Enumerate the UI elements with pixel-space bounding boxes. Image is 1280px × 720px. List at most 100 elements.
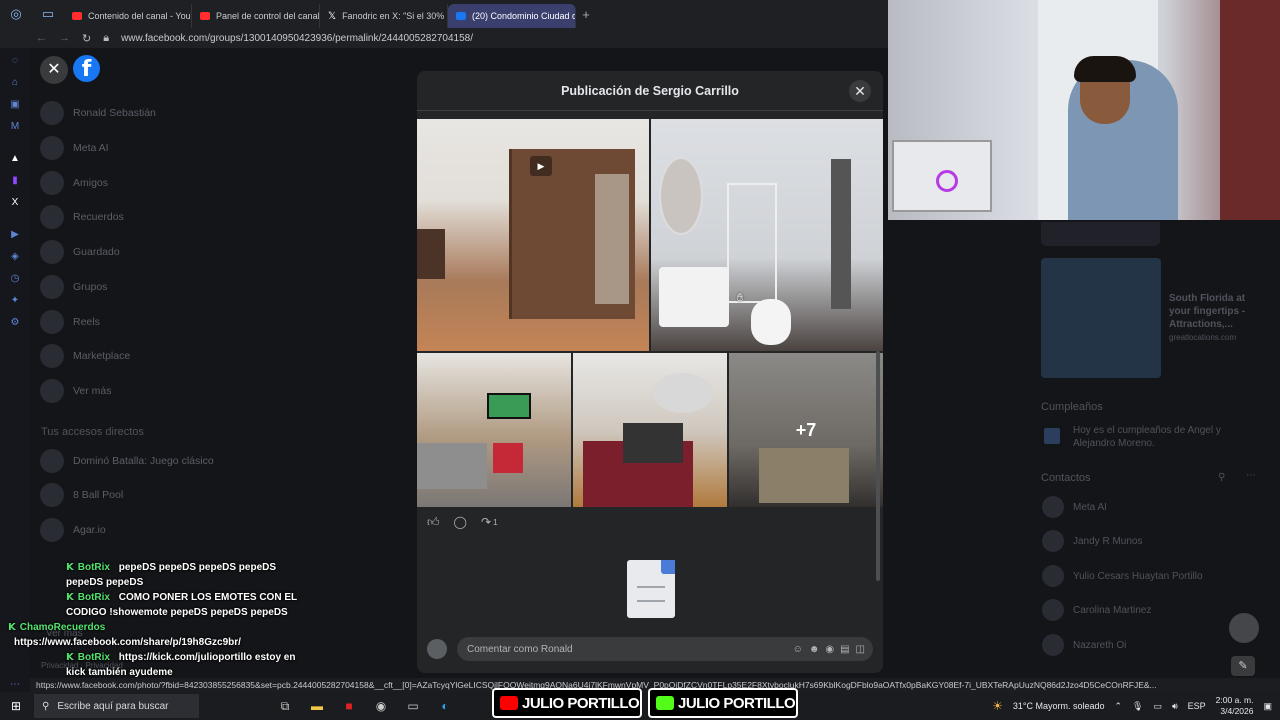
sidebar-item-marketplace[interactable]: Marketplace [40,344,130,368]
mail-icon[interactable]: M [8,120,22,134]
new-message-icon[interactable]: ✎ [1231,656,1255,676]
post-photo-more[interactable]: +7 [729,353,883,507]
twitch-icon[interactable]: ▮ [8,174,22,188]
gift-icon [1044,428,1060,444]
language-indicator[interactable]: ESP [1188,701,1206,711]
tab-youtube-content[interactable]: Contenido del canal - YouT [64,4,192,28]
contacts-heading: Contactos [1041,472,1091,484]
sidebar-item-memories[interactable]: Recuerdos [40,205,124,229]
extensions-icon[interactable]: ✦ [8,294,22,308]
play-icon[interactable]: ▶ [8,228,22,242]
clock[interactable]: 2:00 a. m. 3/4/2026 [1216,695,1254,717]
shortcut-domino[interactable]: Dominó Batalla: Juego clásico [40,449,214,473]
settings-icon[interactable]: ⚙ [8,316,22,330]
webcam-shelf [1220,0,1280,220]
post-photo[interactable] [573,353,727,507]
ad-image[interactable] [1041,258,1161,378]
weather-text[interactable]: 31°C Mayorm. soleado [1013,701,1105,711]
close-viewer-button[interactable]: ✕ [40,56,68,84]
photo-sink [659,267,729,327]
sidebar-item-profile[interactable]: Ronald Sebastián [40,101,156,125]
ad-domain: greatlocations.com [1169,333,1237,342]
post-photo[interactable] [417,353,571,507]
kick-icon: K [66,592,74,603]
post-photo[interactable] [651,119,883,351]
search-contacts-icon[interactable]: ⚲ [1218,472,1225,483]
new-tab-button[interactable]: + [576,7,596,22]
youtube-banner: JULIO PORTILLO [492,688,642,718]
video-play-icon[interactable]: ▶︎ [530,156,552,176]
chat-avatar-bubble[interactable] [1229,613,1259,643]
sidebar-item-groups[interactable]: Grupos [40,275,107,299]
contact-name: Yulio Cesars Huaytan Portillo [1073,570,1203,582]
chat-icon[interactable]: ▣ [8,98,22,112]
shortcut-8ball[interactable]: 8 Ball Pool [40,483,123,507]
shortcut-agario[interactable]: Agar.io [40,518,106,542]
sidebar-item-meta-ai[interactable]: Meta AI [40,136,109,160]
like-icon[interactable]: 👍︎ [427,515,440,530]
modal-title: Publicación de Sergio Carrillo [417,71,883,111]
modal-close-button[interactable]: ✕ [849,80,871,102]
task-view-icon[interactable]: ⧉ [269,699,301,714]
sidebar-item-saved[interactable]: Guardado [40,240,120,264]
tab-list-icon[interactable]: ▭ [32,0,64,28]
more-options-icon[interactable]: ⋯ [1246,470,1256,481]
more-photos-count[interactable]: +7 [729,353,883,507]
app-red-icon[interactable]: ■ [333,699,365,713]
post-photo[interactable]: ▶︎ [417,119,649,351]
avatar-sticker-icon[interactable]: ☺ [793,644,803,655]
ad-text[interactable]: South Florida at your fingertips - Attra… [1169,292,1269,331]
windows-start-icon[interactable]: ⊞ [0,699,32,713]
sidebar-item-see-more[interactable]: Ver más [40,379,112,403]
contact-item[interactable]: Meta AI [1042,496,1107,518]
tray-chevron-icon[interactable]: ⌃ [1114,701,1122,712]
contact-item[interactable]: Jandy R Munos [1042,530,1142,552]
obs-icon[interactable]: ◉ [365,699,397,713]
shopping-icon[interactable]: ⌂ [8,76,22,90]
stream-chat-overlay: K BotRix pepeDS pepeDS pepeDS pepeDS pepe… [8,560,308,680]
tab-youtube-dashboard[interactable]: Panel de control del canal [192,4,320,28]
clock-date: 3/4/2026 [1220,706,1254,716]
memories-icon [40,205,64,229]
tab-x-post[interactable]: 𝕏 Fanodric en X: "Si el 30% [320,4,448,28]
tab-label: Panel de control del canal [216,11,320,21]
arc-icon[interactable]: ▲ [8,152,22,166]
url-text[interactable]: www.facebook.com/groups/1300140950423936… [121,33,473,44]
emoji-icon[interactable]: ☻ [809,644,820,655]
sidebar-item-reels[interactable]: Reels [40,310,100,334]
camera-icon[interactable]: ◉ [825,644,834,655]
back-icon[interactable]: ← [36,32,47,44]
birthday-text[interactable]: Hoy es el cumpleaños de Angel y Alejandr… [1073,424,1233,450]
microphone-icon[interactable]: 🎙︎ [1132,701,1143,712]
facebook-logo-icon[interactable]: f [73,55,100,82]
sidebar-item-friends[interactable]: Amigos [40,171,108,195]
messenger-icon[interactable]: ◌ [8,54,22,68]
game-icon [40,483,64,507]
ad-card-top [1041,222,1160,246]
volume-icon[interactable]: 🔊︎ [1172,701,1178,712]
edge-icon[interactable]: ◐ [429,699,461,713]
app-window-icon[interactable]: ▭ [397,699,429,713]
file-explorer-icon[interactable]: ▬ [301,699,333,713]
tab-facebook-group[interactable]: (20) Condominio Ciudad d × [448,4,576,28]
search-icon: ⚲ [42,700,50,712]
x-icon[interactable]: X [8,196,22,210]
more-icon[interactable]: ⋯ [8,678,22,692]
contact-item[interactable]: Nazareth Oi [1042,634,1126,656]
pin-icon[interactable]: ◈ [8,250,22,264]
notification-icon[interactable]: ▣ [1263,701,1272,712]
forward-icon[interactable]: → [59,32,70,44]
taskbar-search[interactable]: ⚲ Escribe aquí para buscar [34,694,199,718]
comment-input[interactable]: Comentar como Ronald ☺ ☻ ◉ ▤ ◫ [457,637,873,661]
browser-logo-icon[interactable]: ◎ [0,0,32,28]
reload-icon[interactable]: ↻ [82,32,91,45]
sticker-icon[interactable]: ◫ [856,644,865,655]
contact-item[interactable]: Carolina Martinez [1042,599,1151,621]
contact-item[interactable]: Yulio Cesars Huaytan Portillo [1042,565,1203,587]
modal-scrollbar[interactable] [876,351,880,581]
network-icon[interactable]: ▭ [1153,701,1162,712]
share-icon[interactable]: ↷ [481,515,491,529]
comment-icon[interactable]: ◯ [454,515,467,529]
gif-icon[interactable]: ▤ [840,644,849,655]
history-icon[interactable]: ◷ [8,272,22,286]
